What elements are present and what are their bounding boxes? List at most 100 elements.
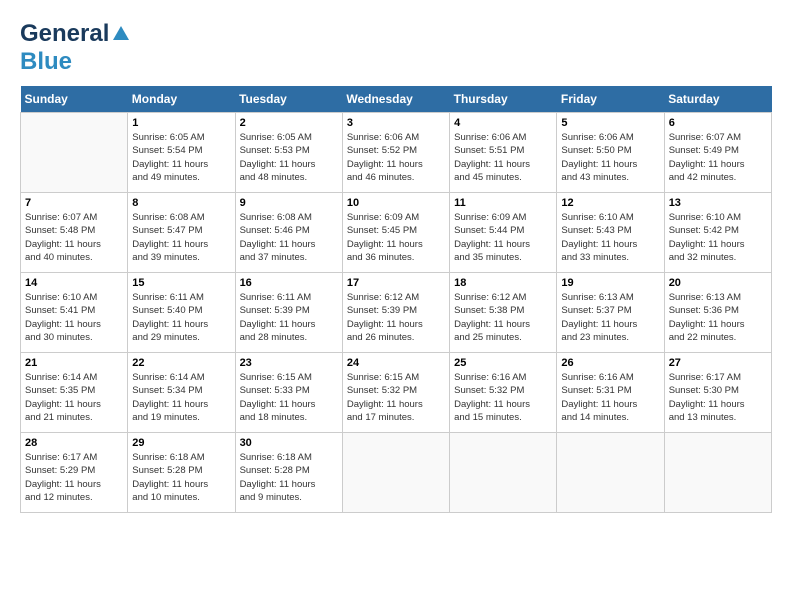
day-cell: 4 Sunrise: 6:06 AM Sunset: 5:51 PM Daylig…: [450, 113, 557, 193]
day-info: Sunrise: 6:18 AM Sunset: 5:28 PM Dayligh…: [240, 451, 338, 504]
day-number: 24: [347, 357, 445, 369]
day-cell: 18 Sunrise: 6:12 AM Sunset: 5:38 PM Dayli…: [450, 273, 557, 353]
day-number: 18: [454, 277, 552, 289]
day-cell: 17 Sunrise: 6:12 AM Sunset: 5:39 PM Dayli…: [342, 273, 449, 353]
logo-blue: Blue: [20, 48, 72, 75]
day-number: 11: [454, 197, 552, 209]
day-cell: 6 Sunrise: 6:07 AM Sunset: 5:49 PM Daylig…: [664, 113, 771, 193]
day-info: Sunrise: 6:06 AM Sunset: 5:51 PM Dayligh…: [454, 131, 552, 184]
day-number: 8: [132, 197, 230, 209]
day-cell: 22 Sunrise: 6:14 AM Sunset: 5:34 PM Dayli…: [128, 353, 235, 433]
day-cell: [557, 433, 664, 513]
day-cell: [21, 113, 128, 193]
day-info: Sunrise: 6:11 AM Sunset: 5:39 PM Dayligh…: [240, 291, 338, 344]
day-cell: 12Sunrise: 6:10 AM Sunset: 5:43 PM Dayli…: [557, 193, 664, 273]
day-info: Sunrise: 6:05 AM Sunset: 5:53 PM Dayligh…: [240, 131, 338, 184]
day-number: 22: [132, 357, 230, 369]
day-info: Sunrise: 6:13 AM Sunset: 5:36 PM Dayligh…: [669, 291, 767, 344]
day-cell: 8 Sunrise: 6:08 AM Sunset: 5:47 PM Daylig…: [128, 193, 235, 273]
day-number: 26: [561, 357, 659, 369]
day-cell: 25 Sunrise: 6:16 AM Sunset: 5:32 PM Dayli…: [450, 353, 557, 433]
calendar-body: 1 Sunrise: 6:05 AM Sunset: 5:54 PM Daylig…: [21, 113, 772, 513]
day-info: Sunrise: 6:12 AM Sunset: 5:39 PM Dayligh…: [347, 291, 445, 344]
day-number: 7: [25, 197, 123, 209]
day-number: 14: [25, 277, 123, 289]
day-number: 25: [454, 357, 552, 369]
day-cell: 16 Sunrise: 6:11 AM Sunset: 5:39 PM Dayli…: [235, 273, 342, 353]
day-info: Sunrise: 6:10 AM Sunset: 5:42 PM Dayligh…: [669, 211, 767, 264]
day-cell: [342, 433, 449, 513]
day-info: Sunrise: 6:15 AM Sunset: 5:32 PM Dayligh…: [347, 371, 445, 424]
header-tuesday: Tuesday: [235, 86, 342, 113]
week-row-2: 14 Sunrise: 6:10 AM Sunset: 5:41 PM Dayli…: [21, 273, 772, 353]
header-thursday: Thursday: [450, 86, 557, 113]
day-info: Sunrise: 6:07 AM Sunset: 5:48 PM Dayligh…: [25, 211, 123, 264]
day-number: 6: [669, 117, 767, 129]
header-monday: Monday: [128, 86, 235, 113]
logo-general: General: [20, 20, 109, 48]
day-cell: 5 Sunrise: 6:06 AM Sunset: 5:50 PM Daylig…: [557, 113, 664, 193]
day-cell: 2 Sunrise: 6:05 AM Sunset: 5:53 PM Daylig…: [235, 113, 342, 193]
day-info: Sunrise: 6:05 AM Sunset: 5:54 PM Dayligh…: [132, 131, 230, 184]
day-info: Sunrise: 6:17 AM Sunset: 5:30 PM Dayligh…: [669, 371, 767, 424]
day-info: Sunrise: 6:06 AM Sunset: 5:52 PM Dayligh…: [347, 131, 445, 184]
week-row-3: 21Sunrise: 6:14 AM Sunset: 5:35 PM Dayli…: [21, 353, 772, 433]
logo: General Blue: [20, 20, 131, 76]
logo-arrow-icon: [111, 24, 131, 44]
day-number: 29: [132, 437, 230, 449]
day-info: Sunrise: 6:11 AM Sunset: 5:40 PM Dayligh…: [132, 291, 230, 344]
header-row: SundayMondayTuesdayWednesdayThursdayFrid…: [21, 86, 772, 113]
day-info: Sunrise: 6:07 AM Sunset: 5:49 PM Dayligh…: [669, 131, 767, 184]
day-number: 17: [347, 277, 445, 289]
day-number: 27: [669, 357, 767, 369]
calendar-header: SundayMondayTuesdayWednesdayThursdayFrid…: [21, 86, 772, 113]
day-info: Sunrise: 6:16 AM Sunset: 5:32 PM Dayligh…: [454, 371, 552, 424]
day-cell: 27 Sunrise: 6:17 AM Sunset: 5:30 PM Dayli…: [664, 353, 771, 433]
day-cell: 24 Sunrise: 6:15 AM Sunset: 5:32 PM Dayli…: [342, 353, 449, 433]
day-cell: 30 Sunrise: 6:18 AM Sunset: 5:28 PM Dayli…: [235, 433, 342, 513]
day-number: 21: [25, 357, 123, 369]
day-number: 2: [240, 117, 338, 129]
day-number: 30: [240, 437, 338, 449]
day-info: Sunrise: 6:14 AM Sunset: 5:34 PM Dayligh…: [132, 371, 230, 424]
day-number: 15: [132, 277, 230, 289]
day-cell: [450, 433, 557, 513]
day-cell: 3 Sunrise: 6:06 AM Sunset: 5:52 PM Daylig…: [342, 113, 449, 193]
day-cell: 19Sunrise: 6:13 AM Sunset: 5:37 PM Dayli…: [557, 273, 664, 353]
day-number: 3: [347, 117, 445, 129]
day-number: 20: [669, 277, 767, 289]
day-cell: 13Sunrise: 6:10 AM Sunset: 5:42 PM Dayli…: [664, 193, 771, 273]
day-number: 9: [240, 197, 338, 209]
day-info: Sunrise: 6:10 AM Sunset: 5:43 PM Dayligh…: [561, 211, 659, 264]
day-number: 5: [561, 117, 659, 129]
day-info: Sunrise: 6:08 AM Sunset: 5:47 PM Dayligh…: [132, 211, 230, 264]
header-saturday: Saturday: [664, 86, 771, 113]
day-cell: 29 Sunrise: 6:18 AM Sunset: 5:28 PM Dayli…: [128, 433, 235, 513]
day-cell: 14 Sunrise: 6:10 AM Sunset: 5:41 PM Dayli…: [21, 273, 128, 353]
day-number: 10: [347, 197, 445, 209]
day-info: Sunrise: 6:06 AM Sunset: 5:50 PM Dayligh…: [561, 131, 659, 184]
week-row-4: 28Sunrise: 6:17 AM Sunset: 5:29 PM Dayli…: [21, 433, 772, 513]
day-number: 4: [454, 117, 552, 129]
day-cell: 9 Sunrise: 6:08 AM Sunset: 5:46 PM Daylig…: [235, 193, 342, 273]
day-info: Sunrise: 6:09 AM Sunset: 5:44 PM Dayligh…: [454, 211, 552, 264]
day-cell: 7 Sunrise: 6:07 AM Sunset: 5:48 PM Daylig…: [21, 193, 128, 273]
day-cell: 23 Sunrise: 6:15 AM Sunset: 5:33 PM Dayli…: [235, 353, 342, 433]
day-cell: 11 Sunrise: 6:09 AM Sunset: 5:44 PM Dayli…: [450, 193, 557, 273]
day-info: Sunrise: 6:18 AM Sunset: 5:28 PM Dayligh…: [132, 451, 230, 504]
day-cell: 26Sunrise: 6:16 AM Sunset: 5:31 PM Dayli…: [557, 353, 664, 433]
day-number: 16: [240, 277, 338, 289]
day-info: Sunrise: 6:08 AM Sunset: 5:46 PM Dayligh…: [240, 211, 338, 264]
day-number: 23: [240, 357, 338, 369]
day-number: 1: [132, 117, 230, 129]
day-cell: 1 Sunrise: 6:05 AM Sunset: 5:54 PM Daylig…: [128, 113, 235, 193]
day-info: Sunrise: 6:13 AM Sunset: 5:37 PM Dayligh…: [561, 291, 659, 344]
week-row-1: 7 Sunrise: 6:07 AM Sunset: 5:48 PM Daylig…: [21, 193, 772, 273]
day-info: Sunrise: 6:09 AM Sunset: 5:45 PM Dayligh…: [347, 211, 445, 264]
day-info: Sunrise: 6:10 AM Sunset: 5:41 PM Dayligh…: [25, 291, 123, 344]
calendar-table: SundayMondayTuesdayWednesdayThursdayFrid…: [20, 86, 772, 513]
day-cell: 15 Sunrise: 6:11 AM Sunset: 5:40 PM Dayli…: [128, 273, 235, 353]
day-info: Sunrise: 6:15 AM Sunset: 5:33 PM Dayligh…: [240, 371, 338, 424]
day-info: Sunrise: 6:12 AM Sunset: 5:38 PM Dayligh…: [454, 291, 552, 344]
header-friday: Friday: [557, 86, 664, 113]
